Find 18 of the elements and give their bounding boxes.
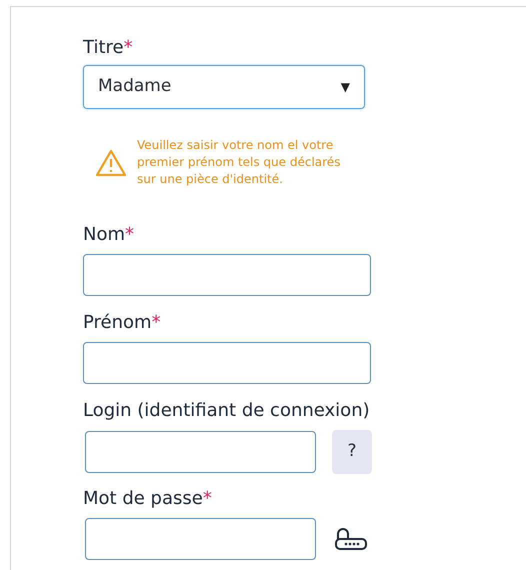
field-label: Mot de passe [83, 488, 203, 509]
required-mark: * [124, 37, 133, 58]
title-dropdown[interactable]: Madame ▼ [83, 65, 365, 109]
identity-notice: Veuillez saisir votre nom el votre premier prénom tels que déclarés sur une pièce d'identité. [137, 137, 342, 188]
field-label: Titre [83, 37, 124, 58]
input-field[interactable] [83, 342, 371, 384]
required-mark: * [125, 224, 134, 245]
password-lock-icon[interactable] [334, 527, 368, 551]
field-label: Prénom [83, 312, 152, 333]
input-field[interactable] [85, 431, 316, 473]
field-label: Nom [83, 224, 126, 245]
input-field[interactable] [83, 254, 371, 296]
input-field[interactable] [85, 518, 316, 560]
warning-icon [95, 148, 127, 176]
required-mark: * [202, 488, 212, 509]
required-mark: * [152, 312, 161, 333]
field-label: Login (identifiant de connexion) [83, 400, 370, 421]
help-button[interactable]: ? [332, 430, 372, 474]
